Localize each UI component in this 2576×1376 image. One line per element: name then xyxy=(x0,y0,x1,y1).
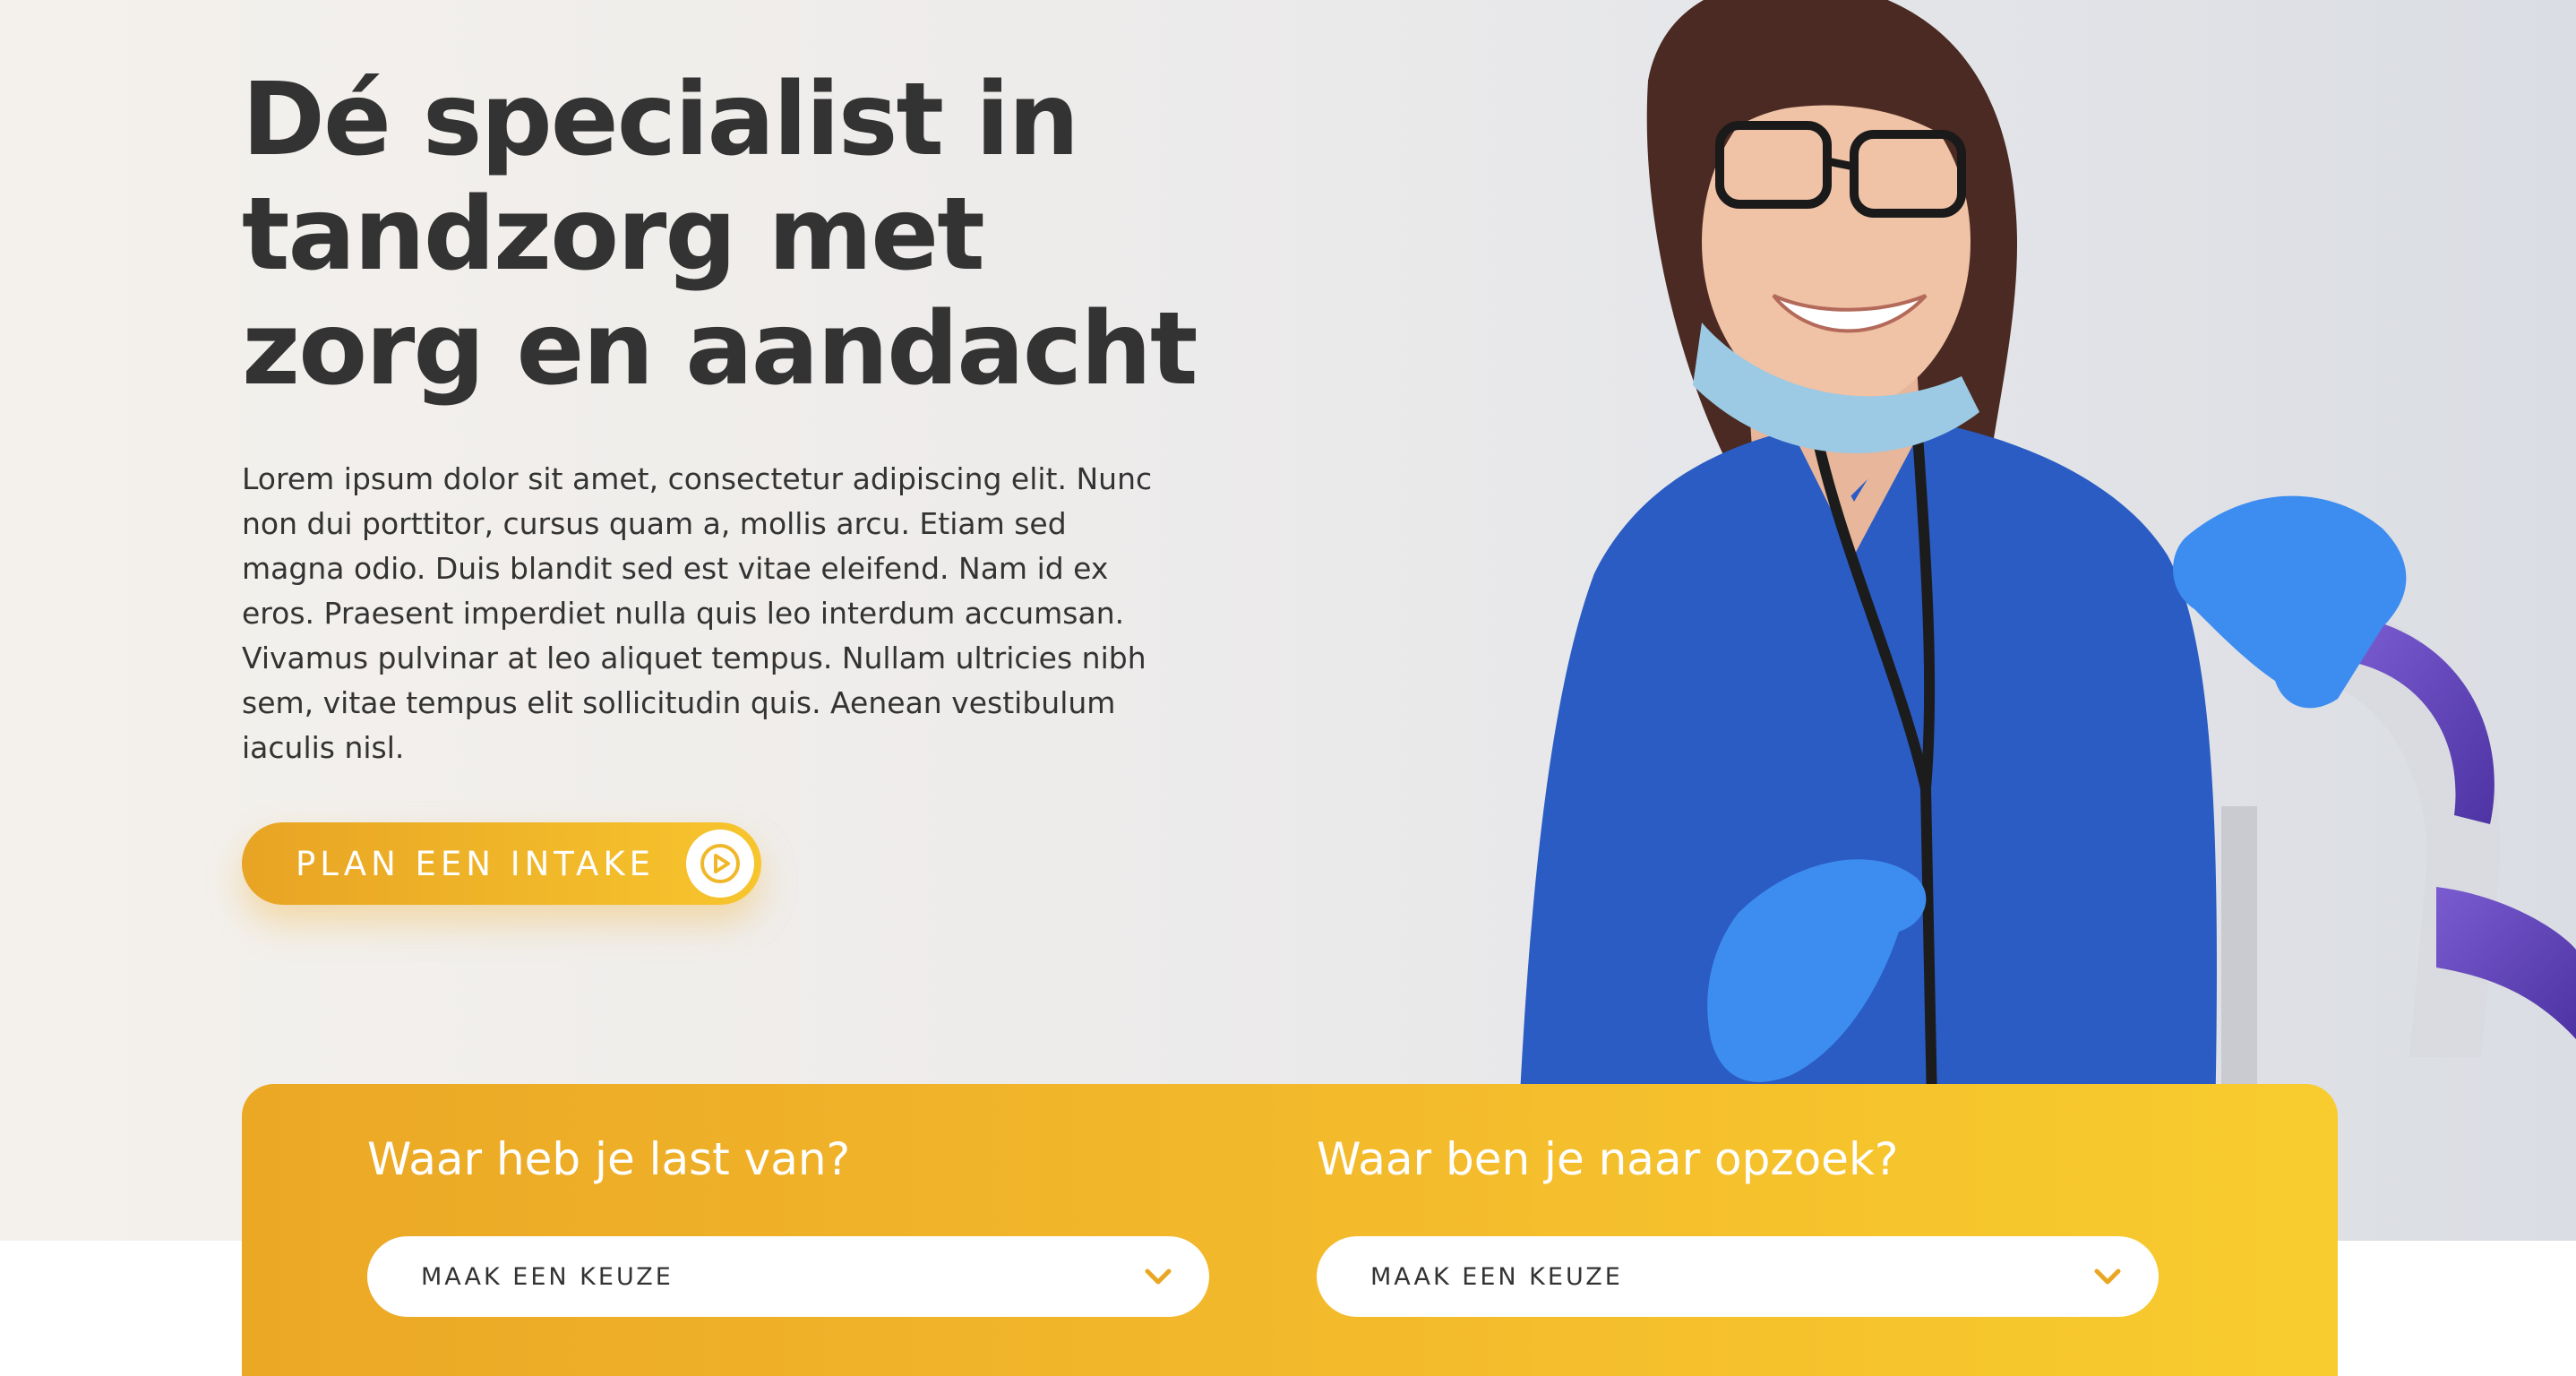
hero-title: Dé specialist in tandzorg met zorg en aa… xyxy=(242,63,1227,407)
search-panel: Waar heb je last van? MAAK EEN KEUZE Waa… xyxy=(242,1084,2338,1376)
plan-intake-button[interactable]: PLAN EEN INTAKE xyxy=(242,822,761,905)
chevron-down-icon xyxy=(2094,1268,2121,1285)
complaint-heading: Waar heb je last van? xyxy=(367,1133,851,1185)
complaint-select-value: MAAK EEN KEUZE xyxy=(421,1262,674,1291)
plan-intake-label: PLAN EEN INTAKE xyxy=(296,844,655,883)
search-select-value: MAAK EEN KEUZE xyxy=(1370,1262,1623,1291)
search-heading: Waar ben je naar opzoek? xyxy=(1317,1133,1899,1185)
search-select[interactable]: MAAK EEN KEUZE xyxy=(1317,1236,2159,1317)
dentist-photo xyxy=(1218,0,2576,1241)
play-circle-icon xyxy=(686,830,754,898)
hero-title-line-2: tandzorg met xyxy=(242,176,985,293)
hero-title-line-1: Dé specialist in xyxy=(242,62,1079,178)
chevron-down-icon xyxy=(1145,1268,1172,1285)
hero-title-line-3: zorg en aandacht xyxy=(242,291,1198,408)
hero-section: Dé specialist in tandzorg met zorg en aa… xyxy=(0,0,2576,1241)
hero-description: Lorem ipsum dolor sit amet, consectetur … xyxy=(242,461,1153,765)
complaint-select[interactable]: MAAK EEN KEUZE xyxy=(367,1236,1209,1317)
